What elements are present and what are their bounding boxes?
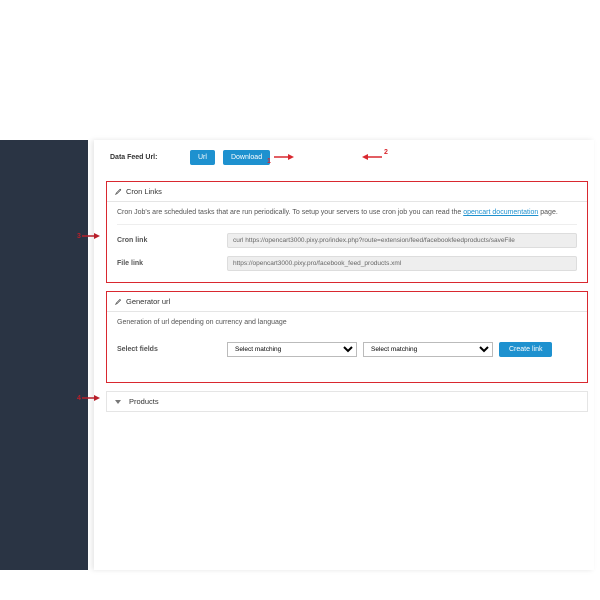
generator-url-header: Generator url — [107, 292, 587, 312]
annotation-3: 3 — [77, 233, 81, 240]
data-feed-label: Data Feed Url: — [110, 154, 190, 161]
annotation-2: 2 — [384, 149, 388, 156]
file-link-input[interactable] — [227, 256, 577, 271]
annotation-1: 1 — [267, 158, 271, 165]
cron-link-input[interactable] — [227, 233, 577, 248]
file-link-label: File link — [117, 260, 227, 267]
generator-description: Generation of url depending on currency … — [117, 319, 577, 334]
main-content: Data Feed Url: 1 Url Download 2 Cron Lin… — [88, 140, 600, 580]
arrow-2-icon — [362, 152, 382, 162]
products-title: Products — [129, 397, 159, 406]
products-panel: Products — [106, 391, 588, 412]
arrow-4-icon — [82, 394, 100, 402]
download-button[interactable]: Download — [223, 150, 270, 165]
caret-down-icon — [115, 400, 121, 404]
select-fields-row: Select fields Select matching Select mat… — [117, 338, 577, 375]
data-feed-row: Data Feed Url: 1 Url Download 2 — [100, 144, 594, 177]
arrow-3-icon — [82, 232, 100, 240]
products-header[interactable]: Products — [107, 392, 587, 411]
file-link-row: File link — [117, 252, 577, 275]
pencil-icon — [115, 298, 122, 305]
arrow-1-icon — [274, 152, 294, 162]
opencart-doc-link[interactable]: opencart documentation — [463, 209, 538, 216]
url-button[interactable]: Url — [190, 150, 215, 165]
pencil-icon — [115, 188, 122, 195]
cron-link-row: Cron link — [117, 229, 577, 252]
annotation-4: 4 — [77, 395, 81, 402]
select-matching-2[interactable]: Select matching — [363, 342, 493, 357]
generator-url-panel: Generator url Generation of url dependin… — [106, 291, 588, 383]
sidebar — [0, 140, 88, 570]
cron-link-label: Cron link — [117, 237, 227, 244]
select-fields-label: Select fields — [117, 346, 227, 353]
cron-description: Cron Job's are scheduled tasks that are … — [117, 209, 577, 225]
generator-url-title: Generator url — [126, 297, 170, 306]
create-link-button[interactable]: Create link — [499, 342, 552, 357]
select-matching-1[interactable]: Select matching — [227, 342, 357, 357]
cron-links-title: Cron Links — [126, 187, 162, 196]
cron-links-panel: Cron Links Cron Job's are scheduled task… — [106, 181, 588, 283]
cron-links-header: Cron Links — [107, 182, 587, 202]
